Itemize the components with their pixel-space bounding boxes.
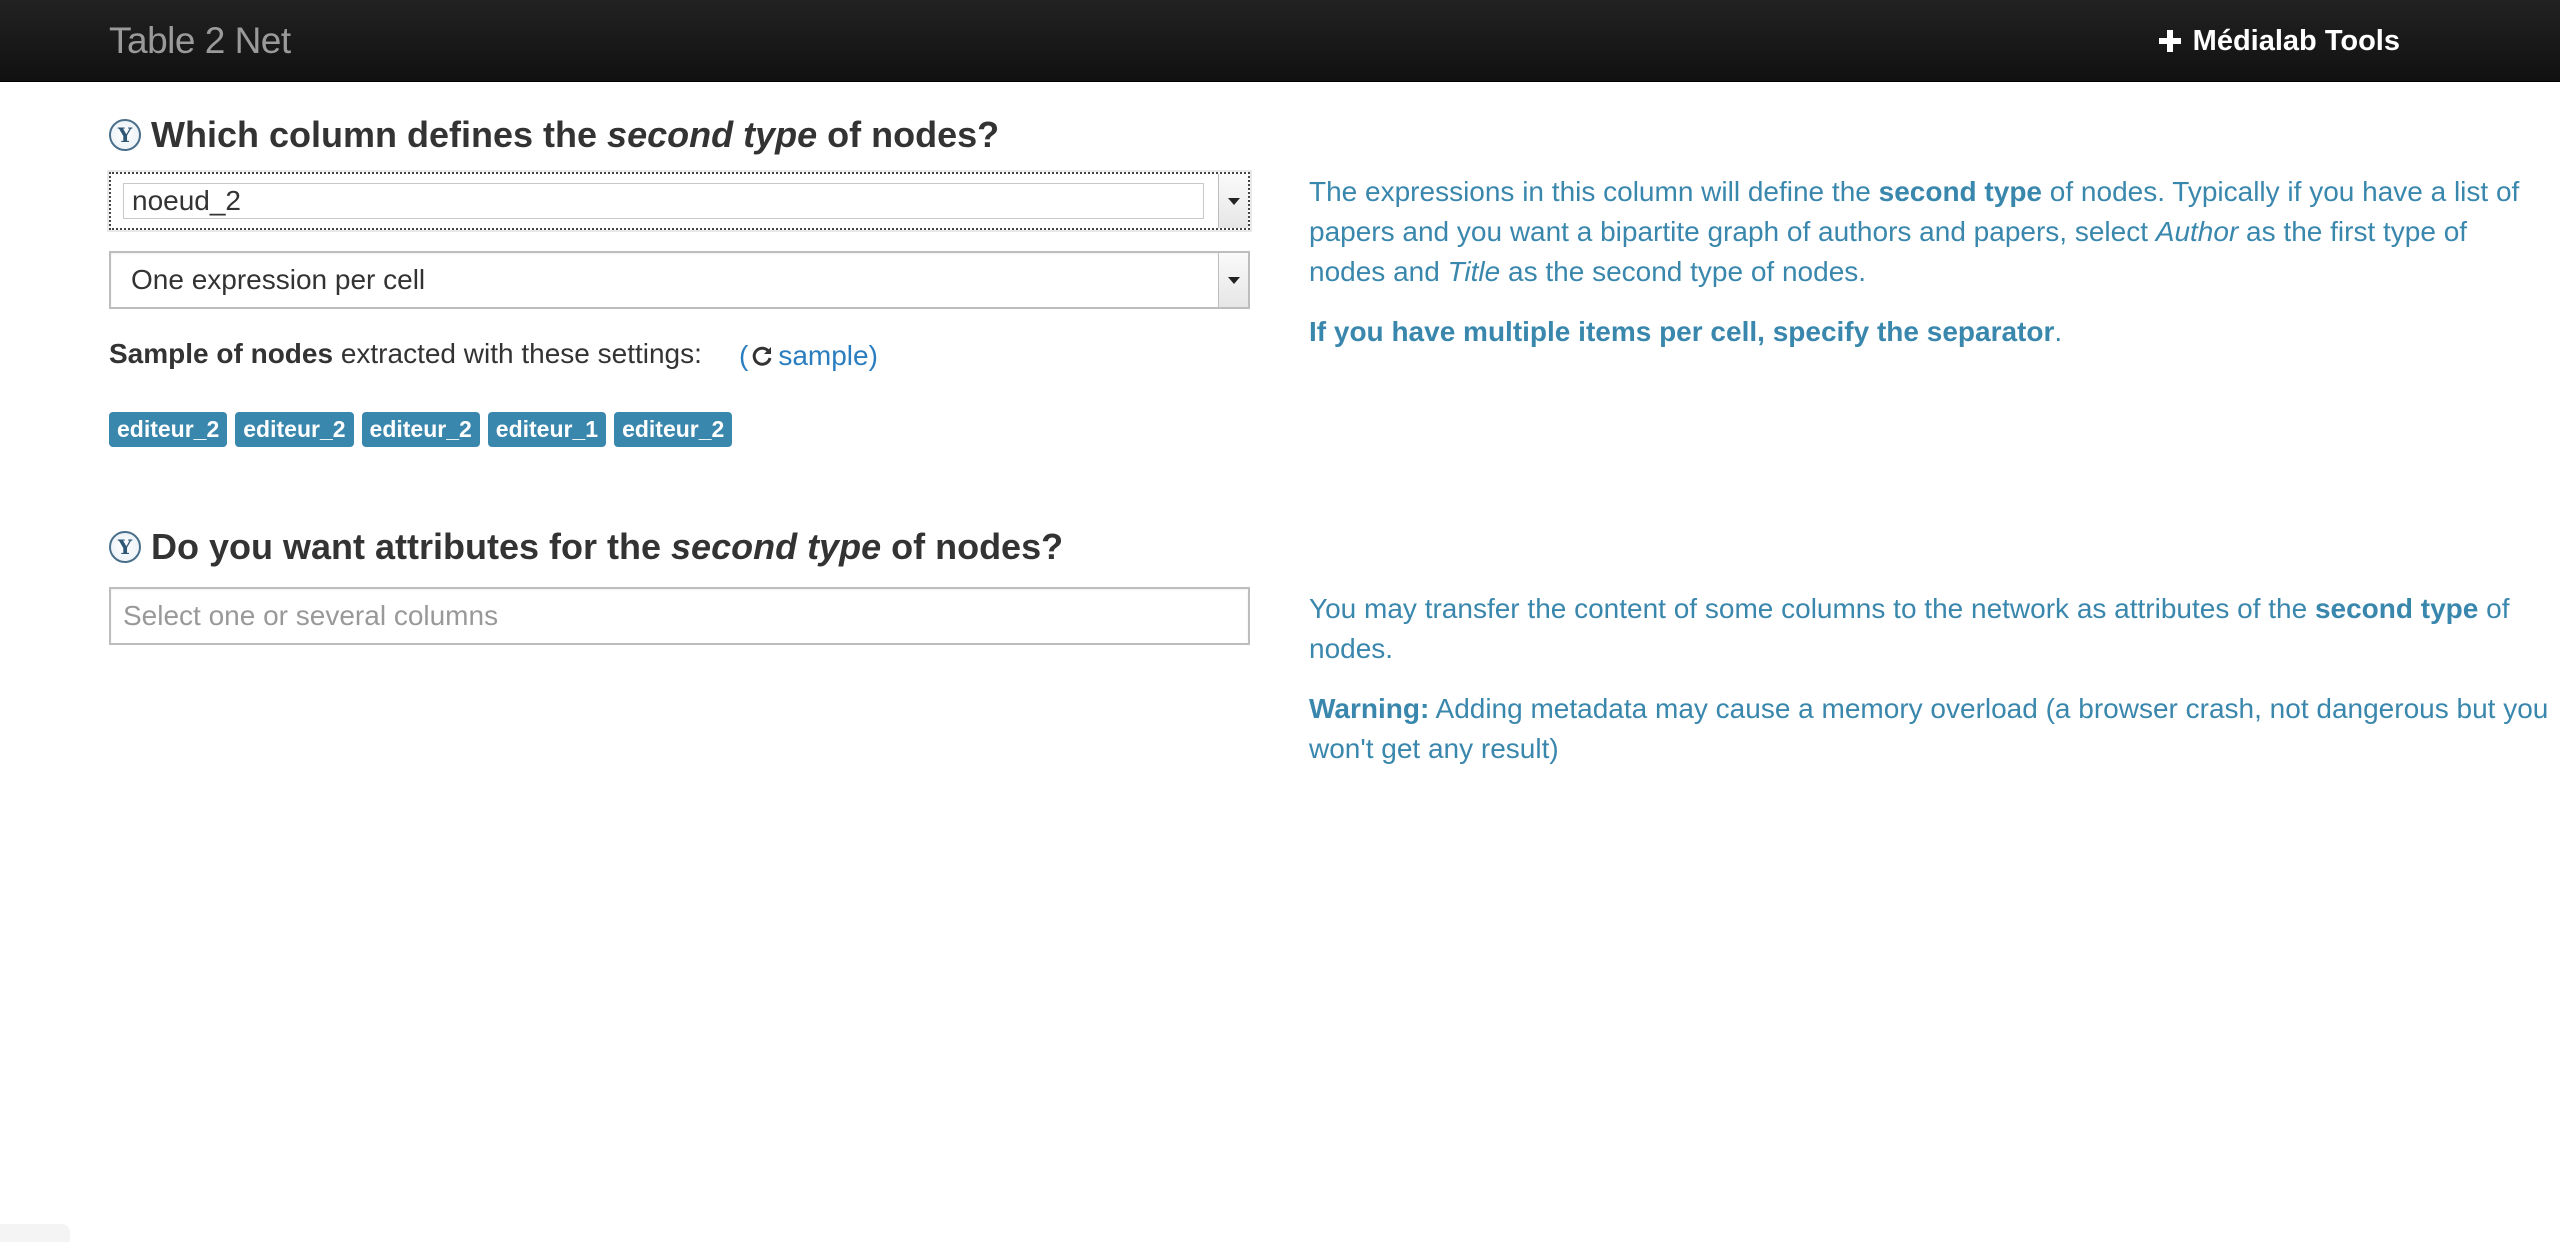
navbar: Table 2 Net Médialab Tools xyxy=(0,0,2560,82)
sample-tag: editeur_1 xyxy=(487,412,607,447)
warning-paragraph: Warning: Adding metadata may cause a mem… xyxy=(1309,693,2549,764)
window-corner xyxy=(0,1224,70,1242)
second-type-help: The expressions in this column will defi… xyxy=(1309,172,2549,372)
help-paragraph: You may transfer the content of some col… xyxy=(1309,593,2510,664)
sample-link-label: sample) xyxy=(778,340,878,371)
title-text-pre: Do you want attributes for the xyxy=(151,526,662,567)
separator-mode-select[interactable]: One expression per cell xyxy=(109,251,1250,309)
title-text-post: of nodes? xyxy=(891,526,1064,567)
sample-tag: editeur_2 xyxy=(614,412,733,447)
separator-hint: If you have multiple items per cell, spe… xyxy=(1309,316,2063,347)
title-text-em: second type xyxy=(607,114,818,155)
step-icon: Y xyxy=(109,119,141,151)
section-title-second-type: Y Which column defines the second type o… xyxy=(109,113,999,157)
column-select-arrow[interactable] xyxy=(1218,174,1248,228)
sample-tags: editeur_2 editeur_2 editeur_2 editeur_1 … xyxy=(109,412,733,447)
attributes-help: You may transfer the content of some col… xyxy=(1309,589,2549,789)
medialab-tools-label: Médialab Tools xyxy=(2192,25,2400,57)
help-paragraph: The expressions in this column will defi… xyxy=(1309,176,2520,287)
refresh-icon xyxy=(753,346,772,366)
sample-tag: editeur_2 xyxy=(109,412,228,447)
brand-title[interactable]: Table 2 Net xyxy=(109,18,291,64)
attribute-columns-placeholder: Select one or several columns xyxy=(123,600,499,631)
sample-open-paren: ( xyxy=(739,340,749,371)
sample-tag: editeur_2 xyxy=(235,412,354,447)
sample-description: Sample of nodes extracted with these set… xyxy=(109,335,702,373)
column-select-value: noeud_2 xyxy=(123,183,1204,219)
section-title-attributes: Y Do you want attributes for the second … xyxy=(109,525,1063,569)
title-text-post: of nodes? xyxy=(827,114,1000,155)
sample-tag: editeur_2 xyxy=(361,412,480,447)
separator-mode-arrow[interactable] xyxy=(1218,253,1248,307)
column-select[interactable]: noeud_2 xyxy=(109,172,1250,230)
title-text-em: second type xyxy=(671,526,882,567)
attribute-columns-input[interactable]: Select one or several columns xyxy=(109,587,1250,645)
medialab-tools-menu[interactable]: Médialab Tools xyxy=(2158,22,2400,60)
step-icon: Y xyxy=(109,531,141,563)
separator-mode-value: One expression per cell xyxy=(131,264,426,295)
caret-down-icon xyxy=(1227,276,1240,284)
title-text-pre: Which column defines the xyxy=(151,114,598,155)
resample-link[interactable]: ( sample) xyxy=(739,337,878,375)
sample-label-bold: Sample of nodes xyxy=(109,338,334,369)
sample-label-rest: extracted with these settings: xyxy=(333,338,702,369)
caret-down-icon xyxy=(1227,197,1240,205)
plus-icon xyxy=(2158,30,2181,52)
